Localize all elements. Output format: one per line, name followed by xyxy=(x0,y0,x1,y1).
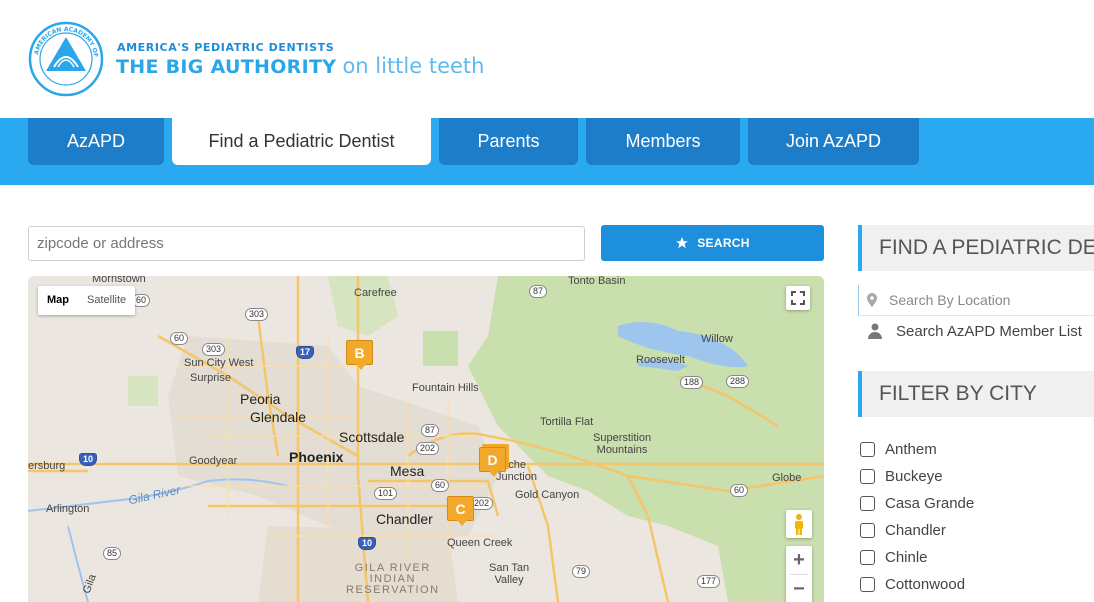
highway-shield: 202 xyxy=(416,442,440,455)
tagline-light: on little teeth xyxy=(342,54,485,78)
search-button[interactable]: SEARCH xyxy=(601,225,824,261)
highway-shield: 101 xyxy=(374,487,398,500)
location-pin-icon xyxy=(867,293,877,307)
aapd-seal-logo[interactable]: AMERICAN ACADEMY OF PEDIATRIC DENTISTRY xyxy=(28,21,104,97)
highway-shield: 188 xyxy=(680,376,704,389)
nav-tab-members[interactable]: Members xyxy=(586,118,740,165)
map-label-globe: Globe xyxy=(772,472,802,484)
map-label-fountain-hills: Fountain Hills xyxy=(412,382,479,394)
map-label-buckeye: ersburg xyxy=(28,460,66,472)
map-label-superstition: Superstition Mountains xyxy=(593,432,652,456)
city-filter-item: Cottonwood xyxy=(860,571,974,598)
highway-shield: 79 xyxy=(572,565,591,578)
highway-shield: 288 xyxy=(726,375,750,388)
highway-shield: 10 xyxy=(358,537,377,550)
city-label: Chandler xyxy=(885,522,946,539)
highway-shield: 60 xyxy=(431,479,450,492)
map-type-satellite-button[interactable]: Satellite xyxy=(78,286,135,315)
city-filter-list: Anthem Buckeye Casa Grande Chandler Chin… xyxy=(860,436,974,598)
search-button-label: SEARCH xyxy=(697,236,750,250)
city-checkbox[interactable] xyxy=(860,496,875,511)
city-filter-item: Chinle xyxy=(860,544,974,571)
highway-shield: 10 xyxy=(79,453,98,466)
highway-shield: 87 xyxy=(421,424,440,437)
map-label-tonto-basin: Tonto Basin xyxy=(568,276,626,287)
city-filter-item: Anthem xyxy=(860,436,974,463)
map-marker-c[interactable]: C xyxy=(447,496,474,526)
map-label-arlington: Arlington xyxy=(46,503,90,515)
filter-by-city-heading: FILTER BY CITY xyxy=(858,371,1094,417)
highway-shield: 303 xyxy=(202,343,226,356)
nav-tab-find-dentist[interactable]: Find a Pediatric Dentist xyxy=(172,118,431,165)
map-label-surprise: Surprise xyxy=(190,372,231,384)
zipcode-search-input[interactable] xyxy=(28,226,585,261)
fullscreen-icon xyxy=(791,291,805,305)
city-filter-item: Chandler xyxy=(860,517,974,544)
map-label-carefree: Carefree xyxy=(354,287,397,299)
user-icon xyxy=(868,323,882,339)
map-label-san-tan-valley: San Tan Valley xyxy=(489,562,530,586)
highway-shield: 60 xyxy=(730,484,749,497)
city-label: Chinle xyxy=(885,549,928,566)
search-by-location-placeholder: Search By Location xyxy=(889,292,1011,308)
pegman-icon xyxy=(795,514,803,535)
city-label: Cottonwood xyxy=(885,576,966,593)
member-list-link[interactable]: Search AzAPD Member List xyxy=(866,322,1082,340)
nav-tab-join[interactable]: Join AzAPD xyxy=(748,118,919,165)
highway-shield: 303 xyxy=(245,308,269,321)
nav-tab-azapd[interactable]: AzAPD xyxy=(28,118,164,165)
highway-shield: 85 xyxy=(103,547,122,560)
dentist-map[interactable]: Morristown Carefree Tonto Basin Sun City… xyxy=(28,276,824,602)
map-terrain xyxy=(28,276,824,602)
map-label-reservation: GILA RIVER INDIAN RESERVATION xyxy=(346,562,440,596)
fullscreen-button[interactable] xyxy=(786,286,810,310)
map-label-chandler: Chandler xyxy=(376,511,433,527)
city-checkbox[interactable] xyxy=(860,550,875,565)
city-checkbox[interactable] xyxy=(860,577,875,592)
city-label: Anthem xyxy=(885,441,937,458)
map-label-phoenix: Phoenix xyxy=(289,449,344,465)
map-label-willow: Willow xyxy=(701,333,733,345)
city-checkbox[interactable] xyxy=(860,523,875,538)
map-type-map-button[interactable]: Map xyxy=(38,286,78,315)
zoom-in-button[interactable]: + xyxy=(786,546,812,574)
star-icon xyxy=(676,237,689,249)
city-filter-item: Buckeye xyxy=(860,463,974,490)
map-label-roosevelt: Roosevelt xyxy=(636,354,685,366)
zoom-control: + − xyxy=(786,546,812,602)
search-by-location-field[interactable]: Search By Location xyxy=(858,285,1094,316)
map-label-scottsdale: Scottsdale xyxy=(339,429,405,445)
tagline-bold: THE BIG AUTHORITY xyxy=(116,56,337,78)
map-label-morristown: Morristown xyxy=(92,276,146,285)
map-label-goodyear: Goodyear xyxy=(189,455,238,467)
map-marker-b[interactable]: B xyxy=(346,340,373,370)
map-label-mesa: Mesa xyxy=(390,463,425,479)
map-marker-d[interactable]: D xyxy=(479,447,506,477)
highway-shield: 17 xyxy=(296,346,315,359)
map-label-sun-city-west: Sun City West xyxy=(184,357,254,369)
map-label-gold-canyon: Gold Canyon xyxy=(515,489,580,501)
zoom-out-button[interactable]: − xyxy=(786,575,812,602)
site-header: AMERICAN ACADEMY OF PEDIATRIC DENTISTRY … xyxy=(0,0,1094,118)
member-list-label: Search AzAPD Member List xyxy=(896,322,1082,340)
main-nav: AzAPD Find a Pediatric Dentist Parents M… xyxy=(0,118,1094,185)
highway-shield: 177 xyxy=(697,575,721,588)
city-checkbox[interactable] xyxy=(860,469,875,484)
find-dentist-heading: FIND A PEDIATRIC DE xyxy=(858,225,1094,271)
map-label-queen-creek: Queen Creek xyxy=(447,537,513,549)
city-label: Buckeye xyxy=(885,468,943,485)
highway-shield: 60 xyxy=(170,332,189,345)
city-label: Casa Grande xyxy=(885,495,975,512)
city-checkbox[interactable] xyxy=(860,442,875,457)
tagline-main: THE BIG AUTHORITY on little teeth xyxy=(116,53,484,79)
city-filter-item: Casa Grande xyxy=(860,490,974,517)
street-view-pegman[interactable] xyxy=(786,510,812,538)
map-label-tortilla-flat: Tortilla Flat xyxy=(540,416,594,428)
map-label-glendale: Glendale xyxy=(250,409,307,425)
nav-tab-parents[interactable]: Parents xyxy=(439,118,578,165)
highway-shield: 87 xyxy=(529,285,548,298)
map-type-control: Map Satellite xyxy=(38,286,136,315)
map-label-peoria: Peoria xyxy=(240,391,281,407)
